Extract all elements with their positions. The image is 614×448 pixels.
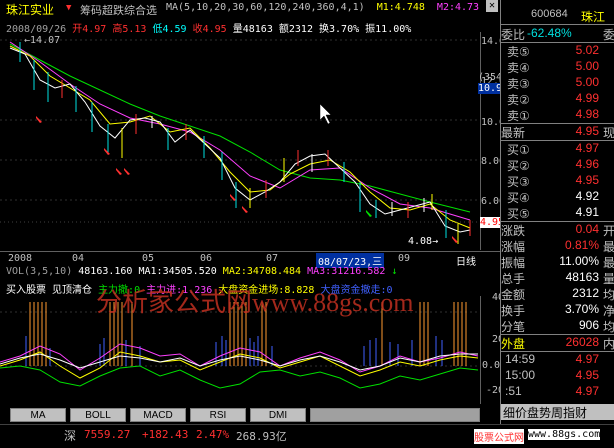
date-axis: 2008 04 05 06 07 08/07/23,三 09 日线 <box>0 251 500 268</box>
stat-row: 分笔 906 均 <box>501 318 614 334</box>
watermark: 分析家公式网www.88gs.com <box>96 288 414 317</box>
ma10-line <box>9 45 471 229</box>
index-value: 7559.27 <box>84 428 131 441</box>
stat-row: 换手 3.70% 净 <box>501 302 614 318</box>
ma30-line <box>9 43 471 213</box>
count-badge: (3544) <box>478 72 515 83</box>
indicator-tabs: MA BOLL MACD RSI DMI <box>0 408 500 422</box>
down-arrow-icon: ↓ <box>391 266 398 277</box>
current-price-badge: 4.95 <box>480 217 505 228</box>
tab-macd[interactable]: MACD <box>130 408 186 422</box>
cursor-icon <box>319 103 332 125</box>
status-bar: 深 7559.27 +182.43 2.47% 268.93亿 股票公式网 ww… <box>0 424 614 448</box>
stat-row: 金额 2312 均 <box>501 286 614 302</box>
stat-row: 总手 48163 量 <box>501 270 614 286</box>
ratio-extra: 委 <box>602 28 614 42</box>
panel-footer-tabs[interactable]: 细价盘势周指财 <box>501 404 614 420</box>
green-signal-arrow <box>366 210 372 217</box>
top-label: 见顶清仓 <box>52 285 93 296</box>
buy-row-4: 买④ 4.92 <box>507 189 599 205</box>
brand-label: 股票公式网 <box>474 429 524 444</box>
date-tick: 09 <box>398 253 411 264</box>
vol-value: 48163.160 <box>78 266 133 277</box>
sell-row-1: 卖① 4.98 <box>507 107 599 123</box>
high-label: ←14.07 <box>24 35 61 46</box>
vol-ma3: MA3:31216.582 <box>307 266 386 277</box>
chart-header: 珠江实业 ▼ 筹码超跌综合选 MA(5,10,20,30,60,120,240,… <box>0 0 500 18</box>
date-tick: 2008 <box>8 253 33 264</box>
white-line <box>0 353 478 371</box>
brand-site: www.88gs.com <box>528 429 601 440</box>
index-pct: 2.47% <box>196 428 230 441</box>
stat-row: 涨跌 0.04 开 <box>501 222 614 238</box>
close-icon[interactable]: ✕ <box>486 0 498 12</box>
buy-label: 买入股票 <box>6 285 46 296</box>
date-tick: 07 <box>266 253 279 264</box>
tick-row: :51 4.97 <box>505 384 599 398</box>
ma-params-text: MA(5,10,20,30,60,120,240,360,4,1) <box>166 2 365 13</box>
strategy-name[interactable]: 筹码超跌综合选 <box>80 2 157 18</box>
buy-signal-arrows <box>36 116 458 243</box>
tab-rsi[interactable]: RSI <box>190 408 246 422</box>
last-price-row: 最新 4.95 现 <box>501 124 614 140</box>
date-tick: 06 <box>200 253 213 264</box>
stock-name: 珠江 <box>581 10 606 24</box>
stat-row: 振幅 11.00% 最 <box>501 254 614 270</box>
market-label: 深 <box>64 429 77 443</box>
tab-scrollbar[interactable] <box>310 408 480 422</box>
tick-row: 15:00 4.95 <box>505 368 599 382</box>
date-tick: 04 <box>72 253 85 264</box>
dropdown-icon[interactable]: ▼ <box>66 3 71 13</box>
stock-code: 600684 <box>531 8 568 20</box>
ma-params: MA(5,10,20,30,60,120,240,360,4,1) M1:4.7… <box>166 2 479 13</box>
tick-row: 14:59 4.97 <box>505 352 599 366</box>
tab-boll[interactable]: BOLL <box>70 408 126 422</box>
sell-row-5: 卖⑤ 5.02 <box>507 43 599 59</box>
price-badge: 10.99 <box>478 83 509 94</box>
outer-row: 外盘 26028 内 <box>501 335 614 351</box>
candles <box>19 42 471 244</box>
ma20-line <box>9 41 471 221</box>
buy-row-2: 买② 4.96 <box>507 157 599 173</box>
index-amount: 268.93亿 <box>236 430 287 443</box>
sell-row-2: 卖② 4.99 <box>507 91 599 107</box>
quote-panel: 600684 珠江 委比 -62.48% 委 卖⑤ 5.02 卖④ 5.00 卖③ 5… <box>500 0 614 424</box>
tab-dmi[interactable]: DMI <box>250 408 306 422</box>
date-tick: 05 <box>142 253 155 264</box>
sell-row-3: 卖③ 5.00 <box>507 75 599 91</box>
period-label[interactable]: 日线 <box>456 253 476 268</box>
ratio-value: -62.48% <box>527 26 572 40</box>
vol-ma1: MA1:34505.520 <box>138 266 217 277</box>
price-chart[interactable] <box>0 32 480 250</box>
sell-row-4: 卖④ 5.00 <box>507 59 599 75</box>
index-change: +182.43 <box>142 428 189 441</box>
stock-title: 珠江实业 <box>6 3 55 17</box>
price-badge-box: (3544) 10.99 <box>478 72 515 98</box>
buy-row-1: 买① 4.97 <box>507 141 599 157</box>
low-label: 4.08→ <box>408 236 439 247</box>
buy-row-5: 买⑤ 4.91 <box>507 205 599 221</box>
vol-label: VOL(3,5,10) <box>6 266 73 277</box>
tab-ma[interactable]: MA <box>10 408 66 422</box>
stat-row: 涨幅 0.81% 最 <box>501 238 614 254</box>
price-grid <box>0 39 480 201</box>
ratio-label: 委比 <box>501 28 526 42</box>
main-in-line <box>0 343 479 373</box>
volume-title: VOL(3,5,10) 48163.160 MA1:34505.520 MA2:… <box>6 266 397 277</box>
main-out-line <box>0 365 479 389</box>
m1-value: M1:4.748 <box>376 2 425 13</box>
buy-row-3: 买③ 4.95 <box>507 173 599 189</box>
ratio-row: 委比 -62.48% 委 <box>501 26 614 42</box>
m2-value: M2:4.73 <box>436 2 480 13</box>
panel-header: 600684 珠江 <box>501 8 614 24</box>
vol-ma2: MA2:34708.484 <box>222 266 302 277</box>
